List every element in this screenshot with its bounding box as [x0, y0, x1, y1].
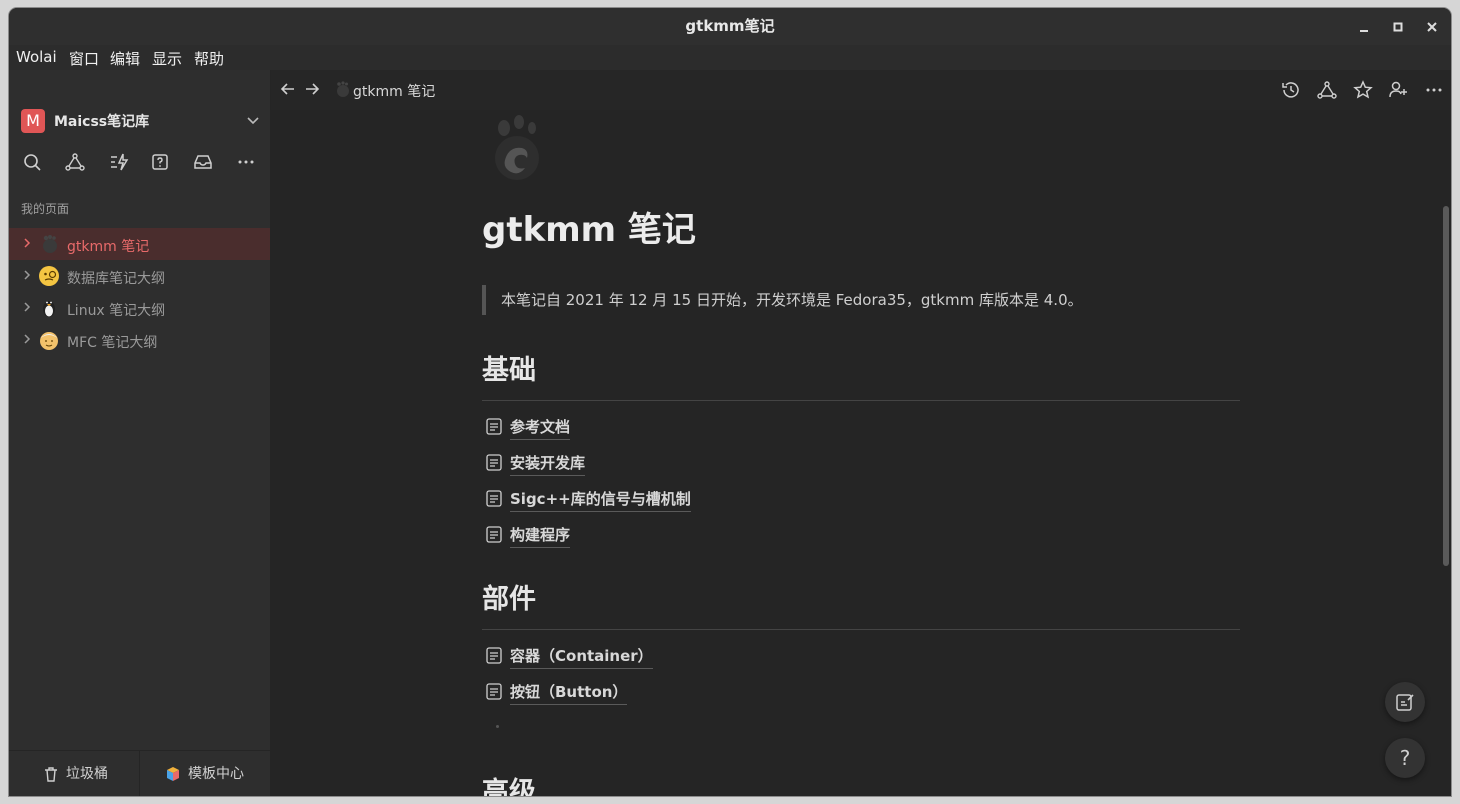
sidebar-item-linux[interactable]: Linux 笔记大纲: [9, 292, 270, 324]
document-icon: [486, 454, 502, 471]
chevron-down-icon[interactable]: [245, 112, 261, 128]
chevron-right-icon[interactable]: [21, 333, 33, 345]
templates-label: 模板中心: [188, 766, 244, 782]
sidebar-item-label: Linux 笔记大纲: [67, 303, 166, 319]
page-content: gtkmm 笔记 本笔记自 2021 年 12 月 15 日开始，开发环境是 F…: [271, 110, 1451, 796]
sidebar-item-database[interactable]: 数据库笔记大纲: [9, 260, 270, 292]
breadcrumb[interactable]: gtkmm 笔记: [353, 81, 435, 101]
sidebar-item-label: 数据库笔记大纲: [67, 271, 165, 287]
trash-button[interactable]: 垃圾桶: [42, 751, 108, 796]
forward-button[interactable]: [302, 79, 322, 99]
add-user-icon: [1389, 81, 1407, 98]
window-title: gtkmm笔记: [685, 17, 775, 35]
scrollbar[interactable]: [1443, 206, 1449, 566]
help-button[interactable]: ?: [1385, 738, 1425, 778]
help-box-icon[interactable]: [149, 151, 171, 173]
workspace-name: Maicss笔记库: [54, 114, 150, 130]
page-link-label: 构建程序: [510, 524, 571, 548]
sidebar-footer: 垃圾桶 模板中心: [9, 750, 270, 796]
divider: [482, 629, 1240, 630]
chevron-right-icon[interactable]: [21, 301, 33, 313]
divider: [482, 400, 1240, 401]
page-link-label: 参考文档: [510, 416, 571, 440]
more-icon: [1426, 88, 1442, 92]
heading-basics: 基础: [482, 355, 536, 386]
workspace-logo: M: [21, 109, 45, 133]
favorite-button[interactable]: [1352, 79, 1374, 101]
templates-button[interactable]: 模板中心: [164, 751, 244, 796]
menu-window[interactable]: 窗口: [69, 48, 99, 69]
minimize-button[interactable]: [1353, 16, 1375, 38]
menu-wolai[interactable]: Wolai: [16, 48, 57, 66]
quote-text: 本笔记自 2021 年 12 月 15 日开始，开发环境是 Fedora35，g…: [501, 291, 1083, 309]
trash-label: 垃圾桶: [66, 766, 108, 782]
menu-bar: Wolai 窗口 编辑 显示 帮助: [9, 45, 1451, 70]
arrow-left-icon: [280, 83, 294, 95]
share-button[interactable]: [1387, 79, 1409, 101]
app-window: gtkmm笔记 Wolai 窗口 编辑 显示 帮助 M Maicss笔记库 我的…: [9, 8, 1451, 796]
close-button[interactable]: [1421, 16, 1443, 38]
document-icon: [486, 418, 502, 435]
sidebar-toolbar: [21, 151, 261, 173]
empty-block-marker: [496, 725, 499, 728]
note-edit-icon: [1396, 694, 1414, 711]
heading-advanced: 高级: [482, 777, 536, 796]
more-icon[interactable]: [235, 151, 257, 173]
older-person-icon: [40, 332, 58, 350]
menu-help[interactable]: 帮助: [194, 48, 224, 69]
sidebar-item-label: gtkmm 笔记: [67, 239, 150, 255]
maximize-button[interactable]: [1387, 16, 1409, 38]
trash-icon: [45, 767, 57, 782]
lightning-icon[interactable]: [108, 151, 130, 173]
document-icon: [486, 490, 502, 507]
title-bar: gtkmm笔记: [9, 8, 1451, 46]
quick-note-button[interactable]: [1385, 682, 1425, 722]
gnome-foot-icon: [337, 81, 349, 97]
cube-icon: [167, 767, 179, 781]
page-link-label: Sigc++库的信号与槽机制: [510, 488, 691, 512]
chevron-right-icon[interactable]: [21, 237, 33, 249]
arrow-right-icon: [306, 83, 320, 95]
sidebar-item-label: MFC 笔记大纲: [67, 335, 158, 351]
star-icon: [1353, 80, 1373, 99]
search-icon[interactable]: [21, 151, 43, 173]
footer-divider: [139, 751, 140, 796]
inbox-icon[interactable]: [192, 151, 214, 173]
history-icon: [1282, 82, 1299, 98]
help-label: ?: [1399, 746, 1411, 770]
monocle-face-icon: [39, 266, 59, 286]
penguin-icon: [43, 301, 55, 317]
menu-view[interactable]: 显示: [152, 48, 182, 69]
page-link-label: 安装开发库: [510, 452, 586, 476]
document-icon: [486, 647, 502, 664]
graph-icon: [1317, 81, 1337, 99]
menu-edit[interactable]: 编辑: [110, 48, 140, 69]
sidebar: M Maicss笔记库 我的页面 gtkmm 笔记 数据库笔记大纲 Linux …: [9, 70, 270, 796]
section-label: 我的页面: [21, 202, 70, 216]
document-icon: [486, 683, 502, 700]
page-link-label: 按钮（Button）: [510, 681, 628, 705]
heading-widgets: 部件: [482, 584, 536, 615]
page-toolbar: gtkmm 笔记: [271, 70, 1451, 110]
back-button[interactable]: [278, 79, 298, 99]
document-icon: [486, 526, 502, 543]
page-link-label: 容器（Container）: [510, 645, 653, 669]
gnome-foot-icon: [495, 115, 539, 180]
graph-icon[interactable]: [64, 151, 86, 173]
sidebar-item-gtkmm[interactable]: gtkmm 笔记: [9, 228, 270, 260]
intro-quote: 本笔记自 2021 年 12 月 15 日开始，开发环境是 Fedora35，g…: [482, 285, 1083, 315]
workspace-switcher[interactable]: M Maicss笔记库: [21, 108, 261, 134]
page-title: gtkmm 笔记: [482, 210, 696, 250]
chevron-right-icon[interactable]: [21, 269, 33, 281]
gnome-foot-icon: [43, 235, 57, 253]
graph-view-button[interactable]: [1316, 79, 1338, 101]
sidebar-item-mfc[interactable]: MFC 笔记大纲: [9, 324, 270, 356]
more-options-button[interactable]: [1423, 79, 1445, 101]
history-button[interactable]: [1280, 79, 1302, 101]
